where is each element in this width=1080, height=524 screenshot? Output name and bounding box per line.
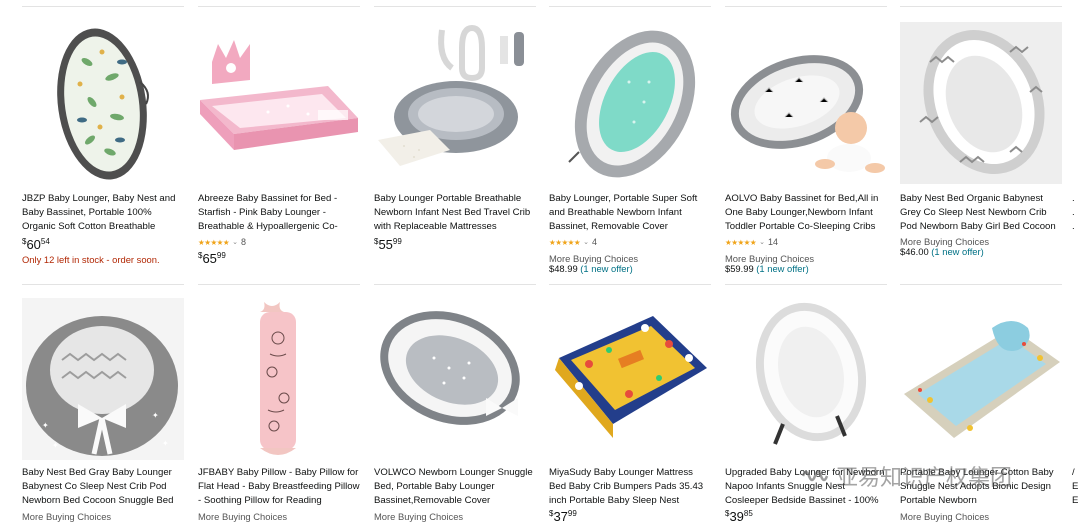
price-fraction: 99 [567,509,577,518]
partial-product-card: / E E [1072,466,1080,523]
partial-text: ... [1072,193,1075,232]
price-fraction: 85 [743,509,753,518]
svg-text:✦: ✦ [162,439,169,448]
price-whole: 39 [729,509,744,524]
product-title[interactable]: Portable Baby Lounger Cotton Baby Snuggl… [900,466,1062,508]
product-card[interactable]: JFBABY Baby Pillow - Baby Pillow for Fla… [198,0,360,523]
svg-text:✦: ✦ [42,421,49,430]
product-title[interactable]: MiyaSudy Baby Lounger Mattress Bed Baby … [549,466,711,508]
product-image[interactable] [900,298,1062,460]
price-currency: $ [549,509,554,518]
product-card[interactable]: MiyaSudy Baby Lounger Mattress Bed Baby … [549,0,711,524]
product-card[interactable]: ✦ ✦ ✦ ✦ Baby Nest Bed Gray Baby Lounger Bab… [22,0,184,523]
product-card[interactable]: Portable Baby Lounger Cotton Baby Snuggl… [900,0,1062,523]
product-title[interactable]: JFBABY Baby Pillow - Baby Pillow for Fla… [198,466,360,508]
price-currency: $ [725,509,730,518]
more-buying-choices: More Buying Choices [198,511,288,522]
colorful-crib-bumper-icon [555,316,707,438]
more-buying-choices: More Buying Choices [374,511,464,522]
product-image[interactable] [198,298,360,460]
product-title[interactable]: VOLWCO Newborn Lounger Snuggle Bed, Port… [374,466,536,508]
product-image[interactable] [549,298,711,460]
partial-text: / E E [1072,467,1079,506]
price-whole: 37 [553,509,568,524]
white-nest-icon [755,302,867,445]
gray-dot-nest-icon [380,311,520,425]
svg-text:✦: ✦ [152,411,159,420]
partial-product-card: ... [1072,192,1080,262]
pink-roll-pillow-icon [260,302,296,455]
product-price: $3985 [725,508,753,524]
more-buying-choices: More Buying Choices [22,511,112,522]
product-title[interactable]: Baby Nest Bed Gray Baby Lounger Babynest… [22,466,184,508]
product-price: $3799 [549,508,577,524]
product-image[interactable]: ✦ ✦ ✦ ✦ [22,298,184,460]
product-title[interactable]: Upgraded Baby Lounger for Newborn Napoo … [725,466,887,508]
product-image[interactable] [374,298,536,460]
product-card[interactable]: Upgraded Baby Lounger for Newborn Napoo … [725,0,887,524]
blue-lounger-pillow-icon [904,321,1060,438]
product-image[interactable] [725,298,887,460]
gray-star-nest-bow-icon: ✦ ✦ ✦ ✦ [22,298,184,460]
product-card[interactable]: VOLWCO Newborn Lounger Snuggle Bed, Port… [374,0,536,523]
svg-text:✦: ✦ [52,441,59,450]
more-buying-choices: More Buying Choices [900,511,990,522]
